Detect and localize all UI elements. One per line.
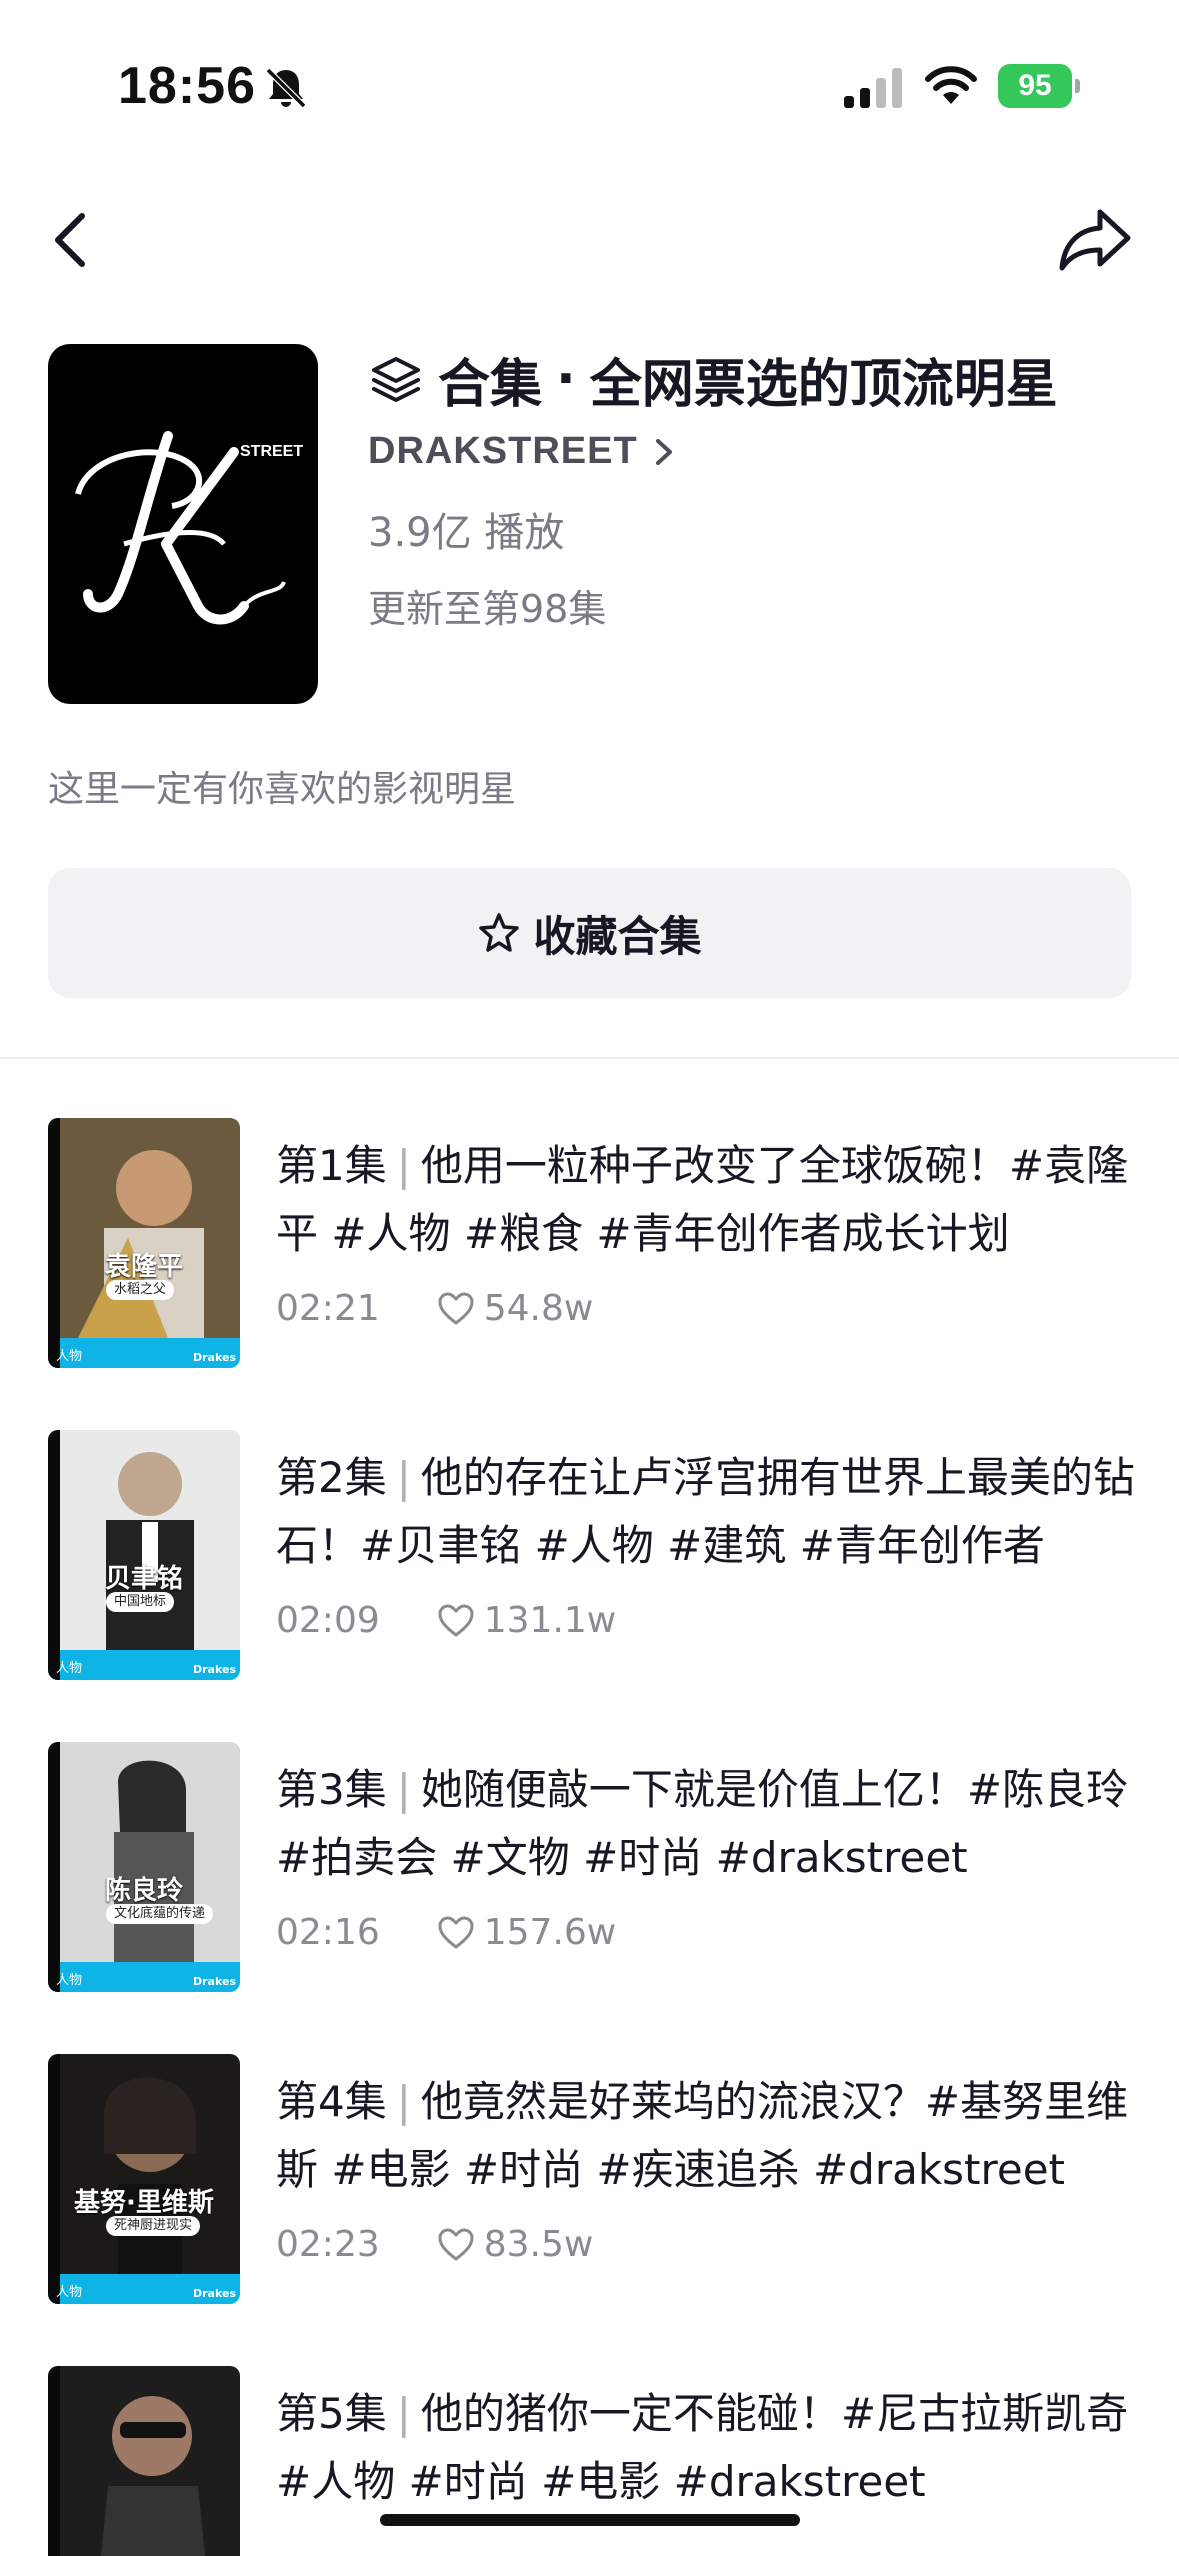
collection-cover: STREET <box>48 344 318 704</box>
heart-icon <box>438 1915 474 1949</box>
episode-meta: 02:23 83.5w <box>276 2224 593 2265</box>
collection-title-row: 合集 · 全网票选的顶流明星 <box>370 344 1058 415</box>
bell-slash-icon <box>265 67 307 109</box>
episode-title: 第3集 | 她随便敲一下就是价值上亿！#陈良玲 #拍卖会 #文物 #时尚 #drak… <box>276 1765 1129 1882</box>
share-icon[interactable] <box>1056 206 1132 274</box>
episode-number: 第2集 <box>276 1453 387 1502</box>
episode-number: 第4集 <box>276 2077 387 2126</box>
battery-indicator: 95 <box>998 64 1080 110</box>
collection-label: 合集 <box>438 354 543 415</box>
episode-thumbnail: 陈良玲 文化底蕴的传递 人物 Drakes <box>48 1742 240 1992</box>
thumb-footer-right: Drakes <box>192 1351 236 1364</box>
episode-item[interactable]: 陈良玲 文化底蕴的传递 人物 Drakes 第3集 | 她随便敲一下就是价值上亿！#… <box>0 1742 1179 2002</box>
episode-item[interactable]: 袁隆平 水稻之父 人物 Drakes 第1集 | 他用一粒种子改变了全球饭碗！#袁隆… <box>0 1118 1179 1378</box>
section-divider <box>0 1057 1179 1059</box>
episode-item[interactable]: 第5集 | 他的猪你一定不能碰！#尼古拉斯凯奇 #人物 #时尚 #电影 #draks… <box>0 2366 1179 2556</box>
collect-button[interactable]: 收藏合集 <box>48 868 1131 998</box>
collection-description: 这里一定有你喜欢的影视明星 <box>48 769 517 810</box>
episode-title: 第2集 | 他的存在让卢浮宫拥有世界上最美的钻石！#贝聿铭 #人物 #建筑 #青年创… <box>276 1453 1135 1570</box>
collection-name: 全网票选的顶流明星 <box>589 354 1058 415</box>
thumb-name: 陈良玲 <box>104 1876 183 1906</box>
thumb-name: 袁隆平 <box>104 1252 183 1282</box>
thumb-tag: 中国地标 <box>106 1592 175 1612</box>
episode-duration: 02:16 <box>276 1912 380 1953</box>
wifi-icon <box>925 66 977 104</box>
episode-likes: 54.8w <box>483 1288 594 1329</box>
episode-duration: 02:23 <box>276 2224 380 2265</box>
episode-likes: 131.1w <box>483 1600 617 1641</box>
episode-title: 第5集 | 他的猪你一定不能碰！#尼古拉斯凯奇 #人物 #时尚 #电影 #draks… <box>276 2389 1129 2506</box>
thumb-footer-left: 人物 <box>56 1349 83 1364</box>
episode-title: 第4集 | 他竟然是好莱坞的流浪汉？#基努里维斯 #电影 #时尚 #疾速追杀 #dr… <box>276 2077 1129 2194</box>
thumb-tag: 水稻之父 <box>106 1280 175 1300</box>
episode-duration: 02:21 <box>276 1288 380 1329</box>
episode-thumbnail <box>48 2366 240 2556</box>
thumb-footer-right: Drakes <box>192 1975 236 1988</box>
battery-level: 95 <box>998 64 1072 108</box>
cover-text: STREET <box>240 443 303 460</box>
thumb-tag: 文化底蕴的传递 <box>106 1904 214 1924</box>
episode-thumbnail: 袁隆平 水稻之父 人物 Drakes <box>48 1118 240 1368</box>
episode-number: 第5集 <box>276 2389 387 2438</box>
thumb-footer-left: 人物 <box>56 1973 83 1988</box>
episode-meta: 02:21 54.8w <box>276 1288 593 1329</box>
play-count: 3.9亿 播放 <box>368 510 565 556</box>
episode-thumbnail: 贝聿铭 中国地标 人物 Drakes <box>48 1430 240 1680</box>
heart-icon <box>438 2227 474 2261</box>
episode-thumbnail: 基努·里维斯 死神厨进现实 人物 Drakes <box>48 2054 240 2304</box>
update-status: 更新至第98集 <box>368 587 607 631</box>
back-icon[interactable] <box>44 208 100 272</box>
thumb-footer-left: 人物 <box>56 1661 83 1676</box>
episode-number: 第3集 <box>276 1765 387 1814</box>
heart-icon <box>438 1603 474 1637</box>
thumb-footer-right: Drakes <box>192 1663 236 1676</box>
title-separator: · <box>556 349 576 409</box>
episode-title: 第1集 | 他用一粒种子改变了全球饭碗！#袁隆平 #人物 #粮食 #青年创作者成长计… <box>276 1141 1129 1258</box>
episode-number: 第1集 <box>276 1141 387 1190</box>
signal-icon <box>844 68 902 108</box>
status-time: 18:56 <box>118 57 256 115</box>
thumb-footer-left: 人物 <box>56 2285 83 2300</box>
thumb-tag: 死神厨进现实 <box>106 2216 201 2236</box>
battery-nub <box>1075 79 1080 93</box>
episode-duration: 02:09 <box>276 1600 380 1641</box>
author-link[interactable]: DRAKSTREET <box>368 430 676 473</box>
episode-meta: 02:16 157.6w <box>276 1912 616 1953</box>
episode-meta: 02:09 131.1w <box>276 1600 616 1641</box>
thumb-name: 贝聿铭 <box>104 1564 183 1594</box>
episode-likes: 157.6w <box>483 1912 617 1953</box>
drakstreet-logo: STREET <box>75 431 303 625</box>
collect-button-label: 收藏合集 <box>533 911 702 961</box>
episode-likes: 83.5w <box>483 2224 594 2265</box>
thumb-name: 基努·里维斯 <box>74 2188 214 2218</box>
episode-item[interactable]: 贝聿铭 中国地标 人物 Drakes 第2集 | 他的存在让卢浮宫拥有世界上最美的钻… <box>0 1430 1179 1690</box>
episode-item[interactable]: 基努·里维斯 死神厨进现实 人物 Drakes 第4集 | 他竟然是好莱坞的流浪汉？… <box>0 2054 1179 2314</box>
author-name: DRAKSTREET <box>368 430 638 472</box>
stack-icon <box>372 357 420 402</box>
thumb-footer-right: Drakes <box>192 2287 236 2300</box>
home-indicator <box>380 2514 800 2526</box>
star-icon <box>479 913 520 952</box>
chevron-right-icon <box>655 438 672 465</box>
heart-icon <box>438 1291 474 1325</box>
